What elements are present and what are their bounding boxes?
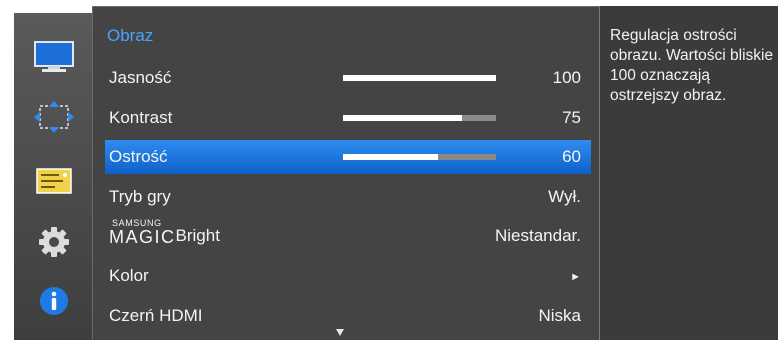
sharpness-slider[interactable] <box>343 154 496 160</box>
contrast-slider[interactable] <box>343 115 496 121</box>
monitor-osd: Obraz Jasność 100 Kontrast 75 Ostrość 60… <box>0 0 778 340</box>
down-arrow-icon[interactable] <box>336 329 344 336</box>
menu-item-color[interactable]: Kolor ► <box>105 259 591 293</box>
menu-item-contrast[interactable]: Kontrast 75 <box>105 101 591 135</box>
info-icon[interactable] <box>33 284 75 318</box>
gear-icon[interactable] <box>33 225 75 259</box>
menu-item-hdmi-black[interactable]: Czerń HDMI Niska <box>105 299 591 333</box>
brightness-slider[interactable] <box>343 75 496 81</box>
menu-item-label: Kontrast <box>109 108 173 127</box>
menu-item-brightness[interactable]: Jasność 100 <box>105 61 591 95</box>
magic-brand-logo: SAMSUNG MAGIC <box>109 218 176 247</box>
description-text: Regulacja ostrości obrazu. Wartości blis… <box>610 27 774 104</box>
page-title: Obraz <box>107 26 154 45</box>
menu-item-value: 75 <box>562 108 581 127</box>
menu-item-label: Kolor <box>109 266 149 285</box>
menu-item-sharpness[interactable]: Ostrość 60 <box>105 140 591 174</box>
slider-fill <box>343 115 463 121</box>
menu-item-value: Niestandar. <box>495 226 581 245</box>
screen-adjust-icon[interactable] <box>33 100 75 134</box>
menu-item-game-mode[interactable]: Tryb gry Wył. <box>105 180 591 214</box>
menu-item-magic-bright[interactable]: SAMSUNG MAGICBright Niestandar. <box>105 219 591 253</box>
menu-item-value: 60 <box>562 147 581 166</box>
menu-panel: Obraz Jasność 100 Kontrast 75 Ostrość 60… <box>92 6 600 340</box>
menu-item-label: SAMSUNG MAGICBright <box>109 218 220 247</box>
slider-fill <box>343 75 496 81</box>
sidebar-rail <box>14 13 92 340</box>
menu-item-value: Wył. <box>548 187 581 206</box>
menu-item-value: 100 <box>552 68 581 87</box>
description-panel: Regulacja ostrości obrazu. Wartości blis… <box>600 6 778 340</box>
picture-monitor-icon[interactable] <box>33 40 75 74</box>
menu-item-label: Czerń HDMI <box>109 306 203 325</box>
menu-item-label: Jasność <box>109 68 172 87</box>
slider-fill <box>343 154 438 160</box>
menu-item-label: Tryb gry <box>109 187 171 206</box>
picture-in-picture-icon[interactable] <box>33 164 75 198</box>
menu-item-value: Niska <box>538 306 581 325</box>
chevron-right-icon: ► <box>570 271 581 283</box>
menu-item-label: Ostrość <box>109 147 168 166</box>
